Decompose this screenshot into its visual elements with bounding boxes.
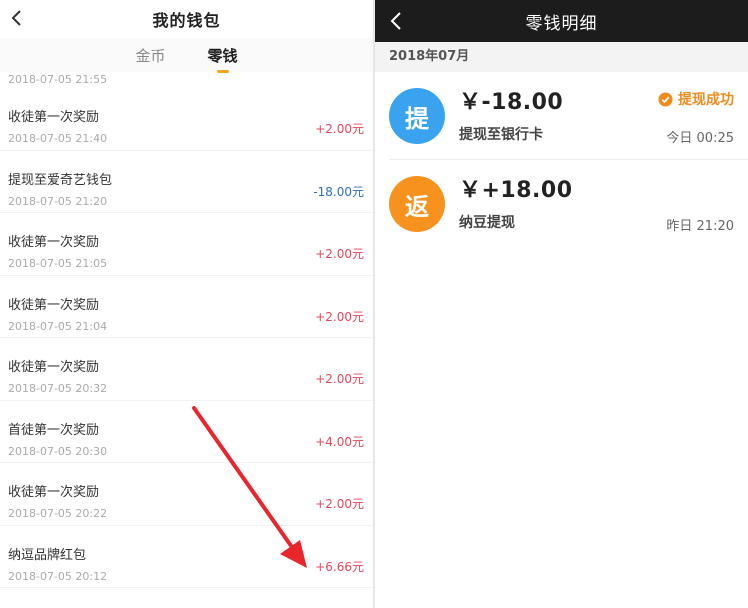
transaction-item[interactable]: 提 ￥-18.00 提现至银行卡 提现成功 今日 00:25 [389, 72, 748, 160]
record-time: 2018-07-05 21:40 [8, 132, 108, 145]
record-name: 收徒第一次奖励 [8, 485, 100, 500]
withdraw-badge-icon: 提 [389, 88, 445, 144]
transaction-amount: ￥-18.00 [459, 90, 564, 115]
chevron-left-icon[interactable] [6, 5, 30, 31]
record-amount: +2.00元 [315, 497, 364, 511]
transaction-amount: ￥+18.00 [459, 178, 573, 203]
record-name: 提现至爱奇艺钱包 [8, 172, 113, 188]
list-item[interactable]: 提现至爱奇艺钱包 2018-07-05 21:20 -18.00元 [0, 151, 373, 213]
change-detail-panel: 零钱明细 2018年07月 提 ￥-18.00 提现至银行卡 提现成功 今日 0… [375, 0, 748, 608]
record-amount: +2.00元 [315, 122, 364, 136]
record-name: 收徒第一次奖励 [8, 235, 100, 250]
page-title: 我的钱包 [152, 11, 221, 30]
list-item[interactable]: 收徒第一次奖励 2018-07-05 21:05 +2.00元 [0, 213, 373, 276]
record-amount: +2.00元 [315, 247, 364, 261]
record-time: 2018-07-05 21:20 [8, 194, 108, 208]
check-circle-icon [658, 91, 673, 107]
list-item[interactable]: 纳逗品牌红包 2018-07-05 20:12 +6.66元 [0, 526, 373, 588]
month-header: 2018年07月 [375, 42, 748, 72]
list-item[interactable]: 收徒第一次奖励 2018-07-05 21:04 +2.00元 [0, 276, 373, 338]
list-item[interactable]: 收徒第一次奖励 2018-07-05 20:22 +2.00元 [0, 463, 373, 526]
record-name: 首徒第一次奖励 [8, 422, 100, 438]
record-amount: +2.00元 [315, 309, 364, 324]
transaction-desc: 提现至银行卡 [459, 127, 543, 143]
record-name: 收徒第一次奖励 [8, 297, 100, 313]
tab-gold-coins[interactable]: 金币 [131, 45, 169, 66]
list-item[interactable]: 收徒第一次奖励 2018-07-05 21:40 +2.00元 [0, 88, 373, 151]
detail-header: 零钱明细 [375, 0, 748, 42]
record-amount: +2.00元 [315, 372, 364, 386]
record-amount: +6.66元 [315, 559, 364, 574]
rebate-badge-icon: 返 [389, 176, 445, 232]
record-time-partial: 2018-07-05 21:55 [8, 73, 108, 86]
record-time: 2018-07-05 20:12 [8, 569, 108, 583]
transaction-status: 提现成功 [658, 89, 734, 109]
record-time: 2018-07-05 21:05 [8, 257, 108, 270]
tab-small-change[interactable]: 零钱 [204, 45, 242, 66]
transaction-desc: 纳豆提现 [459, 215, 515, 231]
record-amount: +4.00元 [315, 434, 364, 449]
record-name: 收徒第一次奖励 [8, 360, 100, 375]
record-time: 2018-07-05 20:32 [8, 382, 108, 395]
record-time: 2018-07-05 21:04 [8, 319, 108, 333]
transaction-item[interactable]: 返 ￥+18.00 纳豆提现 昨日 21:20 [389, 160, 748, 248]
record-amount: -18.00元 [313, 184, 364, 199]
wallet-tabs: 金币 零钱 [0, 38, 373, 72]
record-time: 2018-07-05 20:30 [8, 444, 108, 458]
record-name: 收徒第一次奖励 [8, 110, 100, 125]
list-item[interactable]: 收徒第一次奖励 2018-07-05 20:32 +2.00元 [0, 338, 373, 401]
records-list[interactable]: 2018-07-05 21:55 收徒第一次奖励 2018-07-05 21:4… [0, 72, 373, 588]
wallet-panel: 我的钱包 金币 零钱 2018-07-05 21:55 收徒第一次奖励 2018… [0, 0, 373, 608]
wallet-header: 我的钱包 [0, 0, 373, 38]
transaction-date: 今日 00:25 [666, 131, 734, 146]
status-label: 提现成功 [678, 92, 734, 108]
transaction-date: 昨日 21:20 [666, 219, 734, 234]
chevron-left-icon[interactable] [385, 8, 409, 34]
page-title: 零钱明细 [525, 13, 598, 34]
record-time: 2018-07-05 20:22 [8, 507, 108, 520]
record-name: 纳逗品牌红包 [8, 547, 87, 563]
list-item[interactable]: 首徒第一次奖励 2018-07-05 20:30 +4.00元 [0, 401, 373, 463]
